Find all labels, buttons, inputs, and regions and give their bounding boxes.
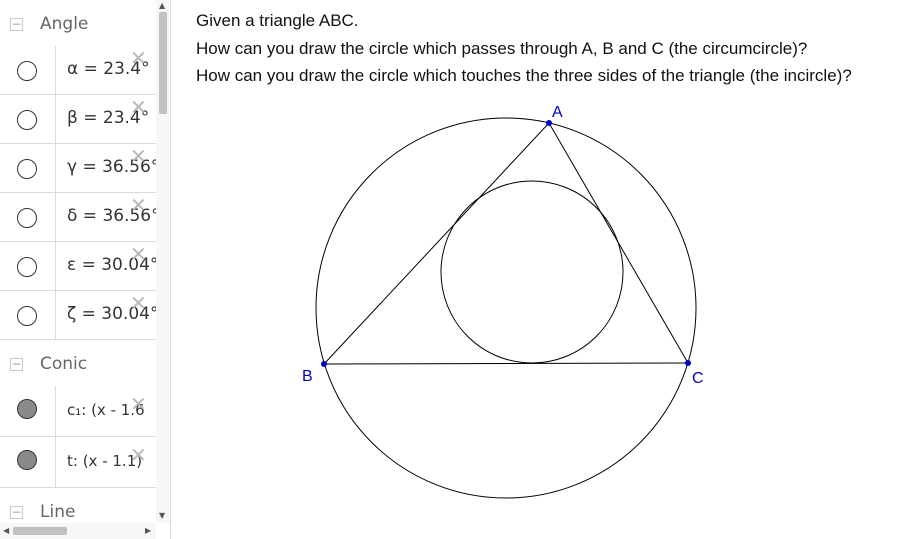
scroll-left-icon[interactable]: ◀ [3,526,9,535]
point-b[interactable] [321,361,327,367]
group-header-conic[interactable]: − Conic [0,340,156,386]
delete-icon[interactable]: ✕ [130,394,147,414]
side-ab[interactable] [323,122,550,365]
collapse-icon[interactable]: − [10,358,23,371]
scroll-right-icon[interactable]: ▶ [145,526,151,535]
algebra-list: − Angle α = 23.4° ✕ β = 23.4° ✕ γ = 36.5… [0,0,156,523]
delete-icon[interactable]: ✕ [130,445,147,465]
visibility-toggle[interactable] [17,110,37,130]
scroll-up-icon[interactable]: ▲ [159,1,165,10]
collapse-icon[interactable]: − [10,18,23,31]
delete-icon[interactable]: ✕ [130,146,147,166]
group-label: Line [40,502,76,522]
delete-icon[interactable]: ✕ [130,97,147,117]
visibility-toggle[interactable] [17,306,37,326]
list-item[interactable]: t: (x - 1.1) ✕ [0,437,156,488]
label-c: C [692,370,704,387]
list-item[interactable]: δ = 36.56° ✕ [0,193,156,242]
delete-icon[interactable]: ✕ [130,48,147,68]
group-label: Angle [40,14,89,34]
group-label: Conic [40,354,88,374]
list-item[interactable]: c₁: (x - 1.6 ✕ [0,386,156,437]
algebra-view: − Angle α = 23.4° ✕ β = 23.4° ✕ γ = 36.5… [0,0,171,539]
point-c[interactable] [685,360,691,366]
side-bc[interactable] [323,362,689,365]
collapse-icon[interactable]: − [10,506,23,519]
list-item[interactable]: β = 23.4° ✕ [0,95,156,144]
label-b: B [302,368,313,385]
list-item[interactable]: ζ = 30.04° ✕ [0,291,156,340]
visibility-toggle[interactable] [17,208,37,228]
list-item[interactable]: γ = 36.56° ✕ [0,144,156,193]
visibility-toggle[interactable] [17,257,37,277]
circumcircle[interactable] [315,117,697,499]
visibility-toggle[interactable] [17,399,37,419]
list-item[interactable]: α = 23.4° ✕ [0,46,156,95]
group-header-line[interactable]: − Line [0,488,156,523]
vertical-scroll-thumb[interactable] [159,12,167,114]
delete-icon[interactable]: ✕ [130,293,147,313]
side-ac[interactable] [548,122,689,364]
incircle[interactable] [440,180,624,364]
delete-icon[interactable]: ✕ [130,244,147,264]
group-header-angle[interactable]: − Angle [0,0,156,46]
visibility-toggle[interactable] [17,61,37,81]
graphics-view[interactable]: A B C [172,0,920,539]
scroll-down-icon[interactable]: ▼ [159,511,165,520]
horizontal-scroll-thumb[interactable] [13,527,67,535]
visibility-toggle[interactable] [17,159,37,179]
label-a: A [552,104,563,121]
list-item[interactable]: ε = 30.04° ✕ [0,242,156,291]
visibility-toggle[interactable] [17,450,37,470]
delete-icon[interactable]: ✕ [130,195,147,215]
